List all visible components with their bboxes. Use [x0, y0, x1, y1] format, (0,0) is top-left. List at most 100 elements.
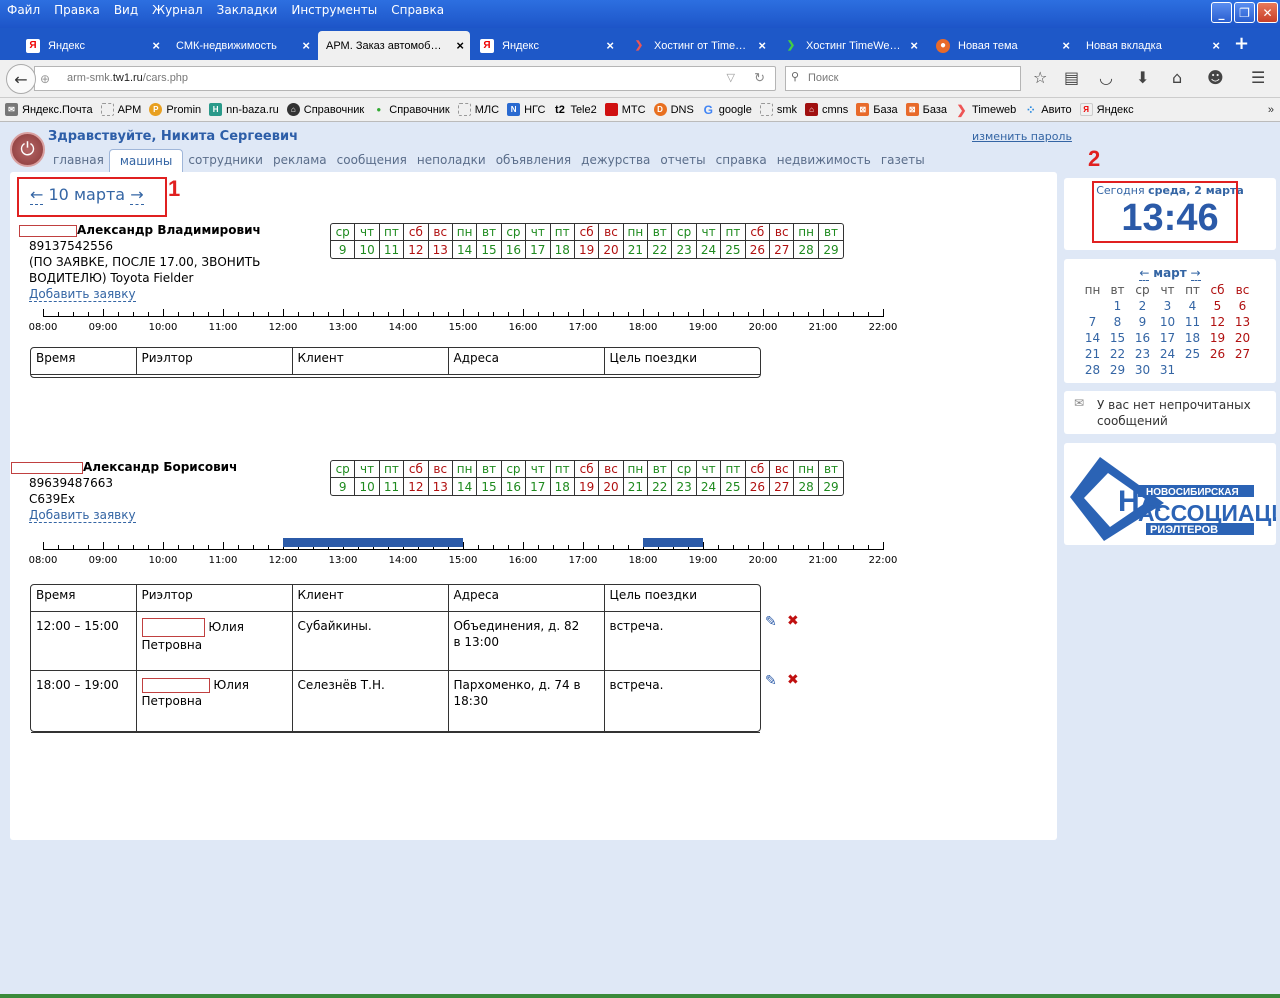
prev-month-link[interactable]: ← — [1139, 266, 1150, 281]
next-date-link[interactable]: → — [130, 185, 144, 205]
add-request-link[interactable]: Добавить заявку — [29, 287, 136, 302]
date-cell[interactable]: 29 — [819, 241, 843, 258]
date-cell[interactable]: 15 — [477, 241, 502, 258]
nav-realty[interactable]: недвижимость — [772, 149, 876, 172]
menu-history[interactable]: Журнал — [145, 0, 210, 22]
calendar-day[interactable]: 14 — [1080, 330, 1105, 346]
date-cell[interactable]: 20 — [599, 241, 624, 258]
calendar-day[interactable]: 19 — [1205, 330, 1230, 346]
calendar-day[interactable]: 26 — [1205, 346, 1230, 362]
nav-reports[interactable]: отчеты — [655, 149, 710, 172]
bookmark-baza-1[interactable]: ⊠ База — [856, 103, 898, 116]
bookmark-yandex[interactable]: Я Яндекс — [1079, 103, 1134, 116]
date-cell[interactable]: 21 — [624, 241, 649, 258]
date-cell[interactable]: 28 — [794, 241, 819, 258]
date-cell[interactable]: 9 — [331, 241, 356, 258]
date-cell[interactable]: 26 — [746, 241, 771, 258]
change-password-link[interactable]: изменить пароль — [972, 130, 1072, 143]
nav-help[interactable]: справка — [711, 149, 772, 172]
date-cell[interactable]: 17 — [526, 478, 551, 495]
date-cell[interactable]: 13 — [429, 241, 453, 258]
search-input[interactable]: Поиск ⚲ — [785, 66, 1021, 91]
date-cell[interactable]: 24 — [697, 241, 722, 258]
date-cell[interactable]: 20 — [599, 478, 624, 495]
calendar-day[interactable]: 15 — [1105, 330, 1130, 346]
calendar-day[interactable]: 30 — [1130, 362, 1155, 378]
nav-issues[interactable]: неполадки — [412, 149, 491, 172]
bookmark-mls[interactable]: МЛС — [457, 103, 499, 116]
calendar-day[interactable]: 31 — [1155, 362, 1180, 378]
tab-new[interactable]: Новая вкладка × — [1078, 31, 1226, 60]
close-tab-icon[interactable]: × — [152, 38, 160, 53]
home-icon[interactable]: ⌂ — [1172, 68, 1182, 87]
calendar-day[interactable]: 7 — [1080, 314, 1105, 330]
calendar-day[interactable]: 10 — [1155, 314, 1180, 330]
date-cell[interactable]: 12 — [404, 478, 429, 495]
date-cell[interactable]: 25 — [721, 478, 746, 495]
tab-yandex-2[interactable]: Я Яндекс × — [472, 31, 620, 60]
calendar-day[interactable]: 3 — [1155, 298, 1180, 314]
date-cell[interactable]: 29 — [819, 478, 843, 495]
calendar-day[interactable]: 24 — [1155, 346, 1180, 362]
tab-yandex-1[interactable]: Я Яндекс × — [18, 31, 166, 60]
edit-pencil-icon[interactable]: ✎ — [765, 614, 777, 630]
calendar-day[interactable]: 25 — [1180, 346, 1205, 362]
date-cell[interactable]: 23 — [672, 241, 697, 258]
date-cell[interactable]: 19 — [575, 478, 600, 495]
tab-timeweb-2[interactable]: ❯ Хостинг TimeWe… × — [776, 31, 924, 60]
close-tab-icon[interactable]: × — [1212, 38, 1220, 53]
url-bar[interactable]: arm-smk.tw1.ru/cars.php ▽ ↻ — [34, 66, 776, 91]
menu-file[interactable]: Файл — [0, 0, 47, 22]
calendar-day[interactable]: 9 — [1130, 314, 1155, 330]
calendar-day[interactable]: 21 — [1080, 346, 1105, 362]
menu-help[interactable]: Справка — [384, 0, 451, 22]
nav-messages[interactable]: сообщения — [332, 149, 412, 172]
date-cell[interactable]: 22 — [648, 241, 673, 258]
date-cell[interactable]: 9 — [331, 478, 356, 495]
bookmark-dns[interactable]: D DNS — [653, 103, 694, 116]
close-tab-icon[interactable]: × — [1062, 38, 1070, 53]
date-cell[interactable]: 18 — [551, 478, 575, 495]
nav-ads[interactable]: реклама — [268, 149, 332, 172]
date-cell[interactable]: 11 — [380, 478, 405, 495]
calendar-day[interactable]: 2 — [1130, 298, 1155, 314]
nav-cars[interactable]: машины — [108, 149, 184, 172]
delete-cross-icon[interactable]: ✖ — [787, 672, 799, 688]
date-cell[interactable]: 28 — [794, 478, 819, 495]
maximize-button[interactable]: ❐ — [1234, 2, 1255, 23]
calendar-day[interactable]: 5 — [1205, 298, 1230, 314]
bookmark-nn-baza[interactable]: Hnn-baza.ru — [209, 103, 279, 116]
reading-list-icon[interactable]: ▤ — [1064, 68, 1079, 87]
edit-pencil-icon[interactable]: ✎ — [765, 673, 777, 689]
menu-view[interactable]: Вид — [107, 0, 145, 22]
calendar-day[interactable]: 28 — [1080, 362, 1105, 378]
calendar-day[interactable]: 17 — [1155, 330, 1180, 346]
bookmark-tele2[interactable]: t2 Tele2 — [553, 103, 597, 116]
calendar-day[interactable]: 23 — [1130, 346, 1155, 362]
bookmark-ngs[interactable]: N НГС — [507, 103, 545, 116]
next-month-link[interactable]: → — [1190, 266, 1201, 281]
date-cell[interactable]: 18 — [551, 241, 575, 258]
date-cell[interactable]: 25 — [721, 241, 746, 258]
date-cell[interactable]: 14 — [453, 478, 478, 495]
tab-smk[interactable]: СМК-недвижимость × — [168, 31, 316, 60]
tab-new-topic[interactable]: ● Новая тема × — [928, 31, 1076, 60]
chat-icon[interactable]: ☻ — [1207, 68, 1224, 87]
tab-arm-active[interactable]: АРМ. Заказ автомоб… × — [318, 31, 470, 60]
bookmark-yandex-mail[interactable]: ✉ Яндекс.Почта — [5, 103, 93, 116]
minimize-button[interactable]: _ — [1211, 2, 1232, 23]
add-request-link[interactable]: Добавить заявку — [29, 508, 136, 523]
busy-interval-bar[interactable] — [283, 538, 463, 547]
bookmark-smk[interactable]: smk — [759, 103, 797, 116]
bookmark-arm[interactable]: АРМ — [100, 103, 141, 116]
calendar-day[interactable]: 11 — [1180, 314, 1205, 330]
date-cell[interactable]: 16 — [502, 478, 527, 495]
bookmark-mts[interactable]: МТС — [604, 103, 646, 116]
calendar-day[interactable]: 16 — [1130, 330, 1155, 346]
bookmark-cmns[interactable]: ⌂ cmns — [805, 103, 848, 116]
nav-announcements[interactable]: объявления — [491, 149, 576, 172]
bookmark-google[interactable]: Ggoogle — [702, 103, 752, 117]
logout-power-icon[interactable]: ⏻ — [10, 132, 45, 167]
date-cell[interactable]: 24 — [697, 478, 722, 495]
calendar-day[interactable]: 1 — [1105, 298, 1130, 314]
